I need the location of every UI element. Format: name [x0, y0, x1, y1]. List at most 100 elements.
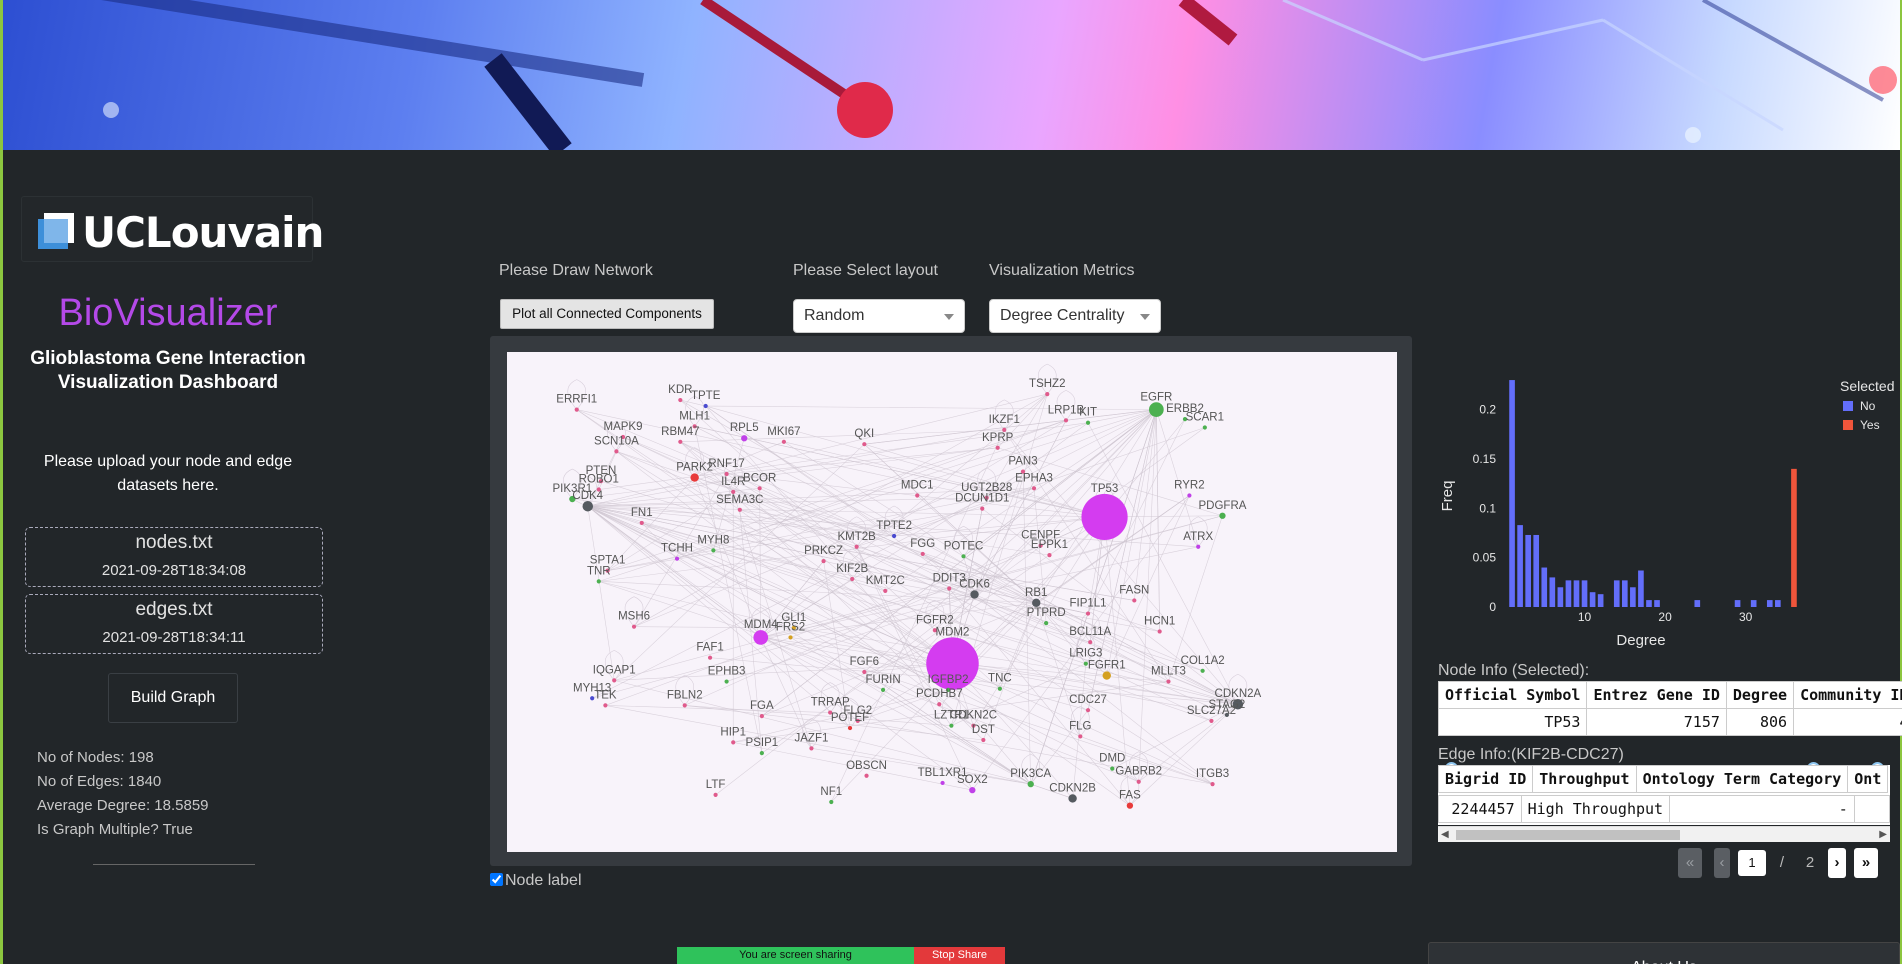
network-node[interactable]	[1219, 512, 1226, 519]
histogram-bar[interactable]	[1791, 468, 1797, 607]
network-node[interactable]	[1045, 391, 1050, 397]
metrics-dropdown[interactable]: Degree Centrality	[989, 299, 1161, 333]
network-node[interactable]	[995, 445, 1000, 450]
network-node[interactable]	[753, 630, 769, 645]
network-node[interactable]	[596, 579, 601, 584]
network-svg[interactable]: ERRFI1KDRTPTETSHZ2EGFRERBB2MLH1RPL5MAPK9…	[507, 352, 1397, 852]
network-node[interactable]	[703, 403, 708, 409]
column-header[interactable]: Throughput	[1532, 765, 1637, 793]
network-node[interactable]	[1088, 640, 1093, 645]
network-node[interactable]	[880, 687, 886, 693]
network-node[interactable]	[788, 635, 793, 640]
column-header[interactable]: Ontology Term Category	[1635, 765, 1849, 793]
column-header[interactable]: Ont	[1847, 765, 1889, 793]
network-node[interactable]	[1027, 780, 1034, 788]
first-page-button[interactable]: «	[1678, 848, 1702, 878]
network-node[interactable]	[707, 655, 713, 660]
nodes-file-upload[interactable]: nodes.txt 2021-09-28T18:34:08	[25, 527, 323, 587]
network-node[interactable]	[582, 500, 594, 512]
network-node[interactable]	[1085, 611, 1091, 616]
network-node[interactable]	[961, 554, 966, 559]
network-node[interactable]	[1047, 553, 1052, 558]
network-node[interactable]	[1063, 418, 1069, 423]
scroll-left-icon[interactable]: ◀	[1441, 829, 1449, 840]
network-node[interactable]	[947, 586, 952, 591]
network-node[interactable]	[1136, 779, 1141, 784]
network-node[interactable]	[678, 439, 683, 444]
network-node[interactable]	[1200, 668, 1205, 673]
network-node[interactable]	[821, 558, 826, 564]
network-node[interactable]	[574, 407, 579, 412]
network-node[interactable]	[781, 439, 787, 444]
column-header[interactable]: Entrez Gene ID	[1586, 681, 1727, 709]
histogram-bar[interactable]	[1766, 600, 1773, 607]
network-node[interactable]	[724, 679, 729, 684]
prev-page-button[interactable]: ‹	[1714, 848, 1730, 878]
histogram-bar[interactable]	[1581, 580, 1588, 607]
histogram-bar[interactable]	[1613, 580, 1620, 607]
node-label-checkbox[interactable]	[490, 873, 503, 886]
network-node[interactable]	[1210, 782, 1215, 787]
scroll-right-icon[interactable]: ▶	[1879, 829, 1887, 840]
histogram-bar[interactable]	[1533, 534, 1540, 607]
network-node[interactable]	[969, 786, 976, 794]
network-node[interactable]	[1148, 402, 1164, 417]
column-header[interactable]: Bigrid ID	[1438, 765, 1534, 793]
histogram-bar[interactable]	[1775, 600, 1781, 607]
histogram-bar[interactable]	[1621, 580, 1628, 607]
network-node[interactable]	[970, 590, 979, 599]
histogram-bar[interactable]	[1734, 600, 1741, 607]
node-label-toggle[interactable]: Node label	[490, 872, 582, 890]
network-node[interactable]	[741, 435, 748, 442]
edge-info-table-scroll[interactable]: Bigrid ID Throughput Ontology Term Categ…	[1438, 765, 1890, 795]
network-node[interactable]	[1196, 544, 1201, 549]
about-us-button[interactable]: About Us	[1428, 942, 1900, 964]
network-node[interactable]	[1209, 718, 1214, 724]
network-node[interactable]	[891, 533, 897, 539]
table-row[interactable]: TP53 7157 806 4	[1437, 708, 1902, 736]
network-node[interactable]	[1081, 493, 1128, 541]
histogram-bar[interactable]	[1517, 525, 1523, 607]
network-node[interactable]	[678, 397, 683, 403]
network-node[interactable]	[759, 751, 764, 756]
column-header[interactable]: Community ID	[1793, 681, 1902, 709]
histogram-bar[interactable]	[1654, 600, 1660, 607]
network-node[interactable]	[920, 551, 925, 557]
network-node[interactable]	[639, 520, 644, 526]
table-row[interactable]: 2244457 High Throughput -	[1438, 795, 1890, 823]
histogram-bar[interactable]	[1646, 600, 1652, 607]
network-node[interactable]	[949, 723, 954, 728]
network-node[interactable]	[829, 799, 834, 805]
network-node[interactable]	[1078, 734, 1083, 739]
network-node[interactable]	[737, 507, 742, 512]
histogram-bar[interactable]	[1525, 534, 1531, 607]
last-page-button[interactable]: »	[1854, 848, 1878, 878]
legend-swatch[interactable]	[1843, 420, 1853, 430]
network-node[interactable]	[631, 624, 637, 629]
histogram-bar[interactable]	[1694, 600, 1701, 607]
network-node[interactable]	[674, 556, 680, 561]
histogram-bar[interactable]	[1557, 587, 1564, 607]
network-node[interactable]	[713, 792, 718, 797]
network-node[interactable]	[864, 773, 869, 778]
network-node[interactable]	[759, 714, 764, 719]
network-node[interactable]	[603, 703, 608, 708]
edges-file-upload[interactable]: edges.txt 2021-09-28T18:34:11	[25, 594, 323, 654]
network-node[interactable]	[1187, 493, 1192, 498]
network-node[interactable]	[1132, 598, 1137, 603]
network-node[interactable]	[690, 473, 699, 482]
network-node[interactable]	[1102, 671, 1111, 680]
column-header[interactable]: Official Symbol	[1437, 681, 1588, 709]
network-node[interactable]	[997, 686, 1002, 691]
network-node[interactable]	[1085, 708, 1091, 713]
histogram-bar[interactable]	[1541, 567, 1548, 607]
network-node[interactable]	[1110, 766, 1115, 771]
column-header[interactable]: Degree	[1725, 681, 1795, 709]
network-node[interactable]	[1085, 420, 1091, 425]
network-node[interactable]	[731, 740, 736, 745]
histogram-bar[interactable]	[1638, 570, 1644, 607]
histogram-bar[interactable]	[1750, 600, 1757, 607]
network-node[interactable]	[981, 737, 986, 743]
scrollbar-thumb[interactable]	[1456, 830, 1680, 840]
histogram-bar[interactable]	[1573, 580, 1580, 607]
